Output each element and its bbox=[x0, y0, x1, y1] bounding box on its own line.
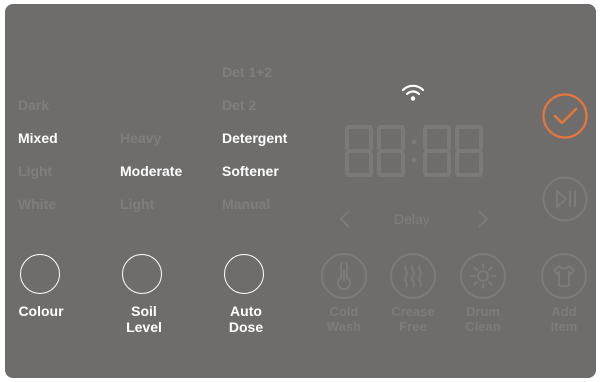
drum-clean-icon bbox=[470, 263, 496, 289]
dose-option-det12: Det 1+2 bbox=[222, 64, 273, 80]
auto-dose-label-line2: Dose bbox=[228, 319, 264, 335]
thermometer-icon bbox=[337, 262, 351, 290]
cold-wash-label: Cold Wash bbox=[309, 304, 379, 334]
colour-button-label: Colour bbox=[18, 303, 64, 319]
cold-wash-label-line1: Cold bbox=[329, 304, 359, 319]
soil-level-label: Soil Level bbox=[109, 303, 179, 335]
shirt-icon bbox=[553, 265, 575, 287]
colour-option-dark: Dark bbox=[18, 97, 50, 113]
crease-free-label-line2: Free bbox=[399, 319, 427, 334]
cold-wash-label-line2: Wash bbox=[326, 319, 362, 334]
colour-button[interactable] bbox=[20, 254, 60, 294]
auto-dose-label-line1: Auto bbox=[230, 303, 262, 319]
dose-option-detergent: Detergent bbox=[222, 130, 288, 146]
add-item-label-line1: Add bbox=[551, 304, 577, 319]
dose-option-manual: Manual bbox=[222, 196, 271, 212]
time-display bbox=[345, 125, 483, 177]
level-option-light: Light bbox=[120, 196, 155, 212]
drum-clean-label-line2: Clean bbox=[465, 319, 501, 334]
soil-level-label-line2: Level bbox=[126, 319, 162, 335]
delay-label: Delay bbox=[394, 211, 430, 227]
dose-option-det2: Det 2 bbox=[222, 97, 257, 113]
wifi-icon bbox=[401, 84, 425, 101]
colour-option-light: Light bbox=[18, 163, 53, 179]
crease-free-label-line1: Crease bbox=[391, 304, 435, 319]
soil-level-label-line1: Soil bbox=[131, 303, 157, 319]
crease-free-label: Crease Free bbox=[378, 304, 448, 334]
start-button[interactable] bbox=[541, 92, 589, 140]
add-item-label-line2: Item bbox=[550, 319, 578, 334]
colour-option-mixed: Mixed bbox=[18, 130, 58, 146]
drum-clean-label-line1: Drum bbox=[466, 304, 500, 319]
colour-option-white: White bbox=[18, 196, 57, 212]
add-item-label: Add Item bbox=[529, 304, 599, 334]
auto-dose-button[interactable] bbox=[224, 254, 264, 294]
level-option-moderate: Moderate bbox=[120, 163, 183, 179]
play-pause-button[interactable] bbox=[541, 175, 589, 223]
delay-increase-icon[interactable] bbox=[477, 209, 489, 229]
auto-dose-label: Auto Dose bbox=[211, 303, 281, 335]
soil-level-button[interactable] bbox=[122, 254, 162, 294]
delay-decrease-icon[interactable] bbox=[339, 209, 351, 229]
dose-option-softener: Softener bbox=[222, 163, 279, 179]
drum-clean-label: Drum Clean bbox=[448, 304, 518, 334]
steam-icon bbox=[404, 264, 422, 288]
level-option-heavy: Heavy bbox=[120, 130, 162, 146]
